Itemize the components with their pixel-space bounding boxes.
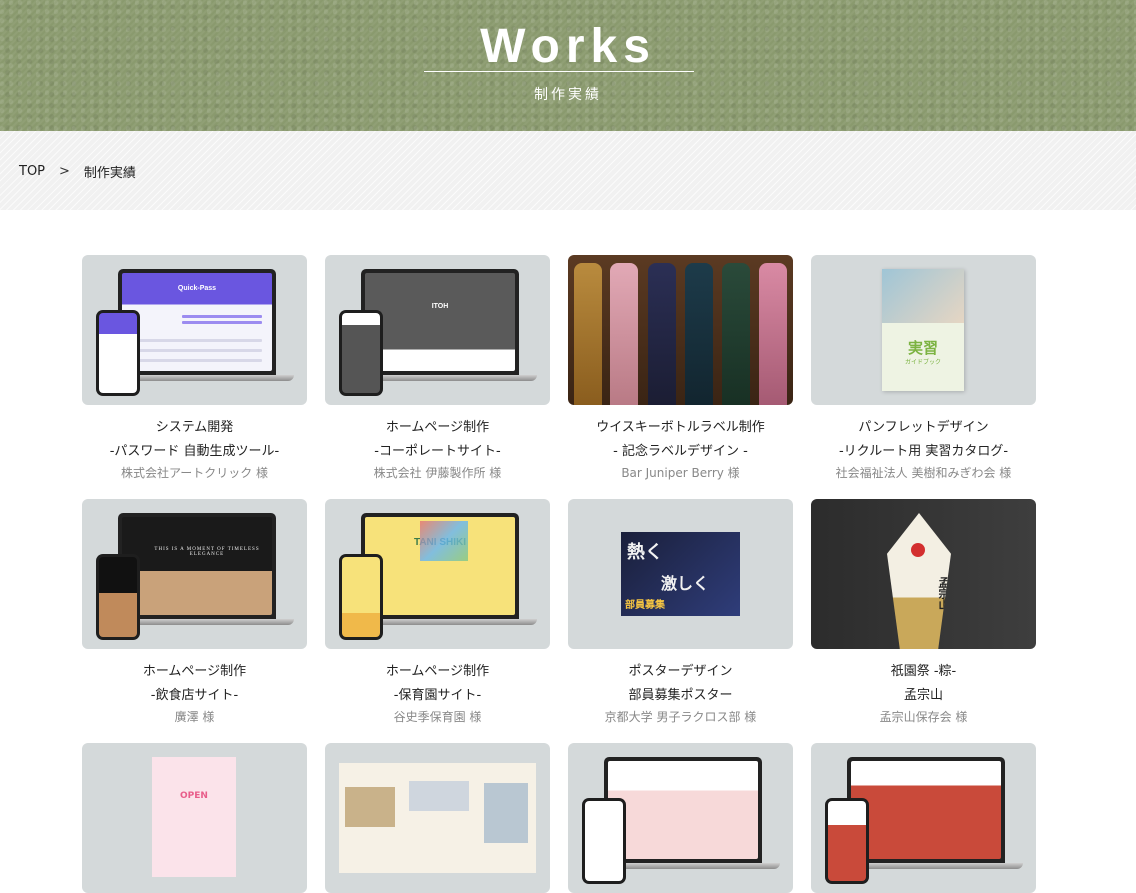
work-client: 京都大学 男子ラクロス部 様 — [604, 710, 757, 724]
work-thumbnail: TANI SHIKI — [325, 499, 550, 649]
work-thumbnail — [811, 743, 1036, 893]
work-category: ホームページ制作 — [385, 664, 490, 679]
title-underline — [424, 71, 694, 72]
work-thumbnail: 孟宗山 — [811, 499, 1036, 649]
thumb-caption: 激しく — [661, 574, 710, 593]
work-thumbnail — [568, 255, 793, 405]
thumb-caption: 熱く — [627, 542, 663, 563]
work-thumbnail: 実習 ガイドブック — [811, 255, 1036, 405]
work-client: 株式会社アートクリック 様 — [120, 466, 269, 480]
work-card[interactable]: THIS IS A MOMENT OF TIMELESS ELEGANCE ホー… — [82, 499, 307, 726]
work-card[interactable] — [568, 743, 793, 893]
breadcrumb: TOP > 制作実績 — [19, 162, 136, 181]
work-client: 株式会社 伊藤製作所 様 — [373, 466, 502, 480]
work-card[interactable]: ウイスキーボトルラベル制作 - 記念ラベルデザイン - Bar Juniper … — [568, 255, 793, 482]
work-card[interactable] — [811, 743, 1036, 893]
work-subtitle: 部員募集ポスター — [628, 688, 733, 703]
work-card[interactable]: Quick-Pass システム開発 -パスワード 自動生成ツール- 株式会社アー… — [82, 255, 307, 482]
work-card[interactable]: 実習 ガイドブック パンフレットデザイン -リクルート用 実習カタログ- 社会福… — [811, 255, 1036, 482]
work-subtitle: - 記念ラベルデザイン - — [613, 444, 748, 459]
work-card[interactable]: 孟宗山 祇園祭 -粽- 孟宗山 孟宗山保存会 様 — [811, 499, 1036, 726]
work-thumbnail: Quick-Pass — [82, 255, 307, 405]
work-category: ホームページ制作 — [142, 664, 247, 679]
work-card[interactable]: 熱く 激しく 部員募集 ポスターデザイン 部員募集ポスター 京都大学 男子ラクロ… — [568, 499, 793, 726]
page-title: Works — [480, 20, 656, 73]
work-subtitle: -飲食店サイト- — [150, 688, 239, 703]
thumb-caption: THIS IS A MOMENT OF TIMELESS ELEGANCE — [154, 547, 260, 557]
thumb-caption: 部員募集 — [625, 600, 665, 611]
work-category: ウイスキーボトルラベル制作 — [596, 420, 765, 435]
work-subtitle: -コーポレートサイト- — [374, 444, 501, 459]
work-category: ポスターデザイン — [628, 664, 733, 679]
work-client: Bar Juniper Berry 様 — [621, 466, 740, 480]
work-card[interactable] — [325, 743, 550, 893]
work-category: パンフレットデザイン — [858, 420, 989, 435]
work-client: 社会福祉法人 美樹和みぎわ会 様 — [835, 466, 1012, 480]
work-category: 祇園祭 -粽- — [890, 664, 957, 679]
work-card[interactable]: OPEN — [82, 743, 307, 893]
page-subtitle: 制作実績 — [534, 87, 602, 103]
work-subtitle: -保育園サイト- — [393, 688, 482, 703]
work-subtitle: -リクルート用 実習カタログ- — [838, 444, 1009, 459]
work-category: ホームページ制作 — [385, 420, 490, 435]
thumb-caption: OPEN — [180, 791, 208, 801]
thumb-caption: 孟宗山 — [937, 576, 950, 610]
work-thumbnail: OPEN — [82, 743, 307, 893]
thumb-caption: ガイドブック — [904, 359, 941, 366]
work-client: 谷史季保育園 様 — [393, 710, 482, 724]
work-thumbnail: 熱く 激しく 部員募集 — [568, 499, 793, 649]
work-client: 孟宗山保存会 様 — [879, 710, 968, 724]
thumb-caption: 実習 — [907, 339, 938, 357]
breadcrumb-home-link[interactable]: TOP — [19, 164, 45, 179]
page-hero: Works 制作実績 — [0, 0, 1136, 131]
thumb-caption: Quick-Pass — [177, 285, 217, 292]
works-grid: Quick-Pass システム開発 -パスワード 自動生成ツール- 株式会社アー… — [82, 255, 1042, 893]
work-thumbnail — [568, 743, 793, 893]
work-client: 廣澤 様 — [174, 710, 215, 724]
work-thumbnail: THIS IS A MOMENT OF TIMELESS ELEGANCE — [82, 499, 307, 649]
breadcrumb-current: 制作実績 — [83, 166, 136, 181]
work-card[interactable]: ITOH ホームページ制作 -コーポレートサイト- 株式会社 伊藤製作所 様 — [325, 255, 550, 482]
work-subtitle: 孟宗山 — [903, 688, 943, 703]
work-subtitle: -パスワード 自動生成ツール- — [109, 444, 280, 459]
work-thumbnail — [325, 743, 550, 893]
work-category: システム開発 — [155, 420, 234, 435]
thumb-caption: ITOH — [431, 303, 449, 310]
work-thumbnail: ITOH — [325, 255, 550, 405]
work-card[interactable]: TANI SHIKI ホームページ制作 -保育園サイト- 谷史季保育園 様 — [325, 499, 550, 726]
breadcrumb-separator: > — [59, 164, 70, 179]
breadcrumb-bar: TOP > 制作実績 — [0, 131, 1136, 210]
